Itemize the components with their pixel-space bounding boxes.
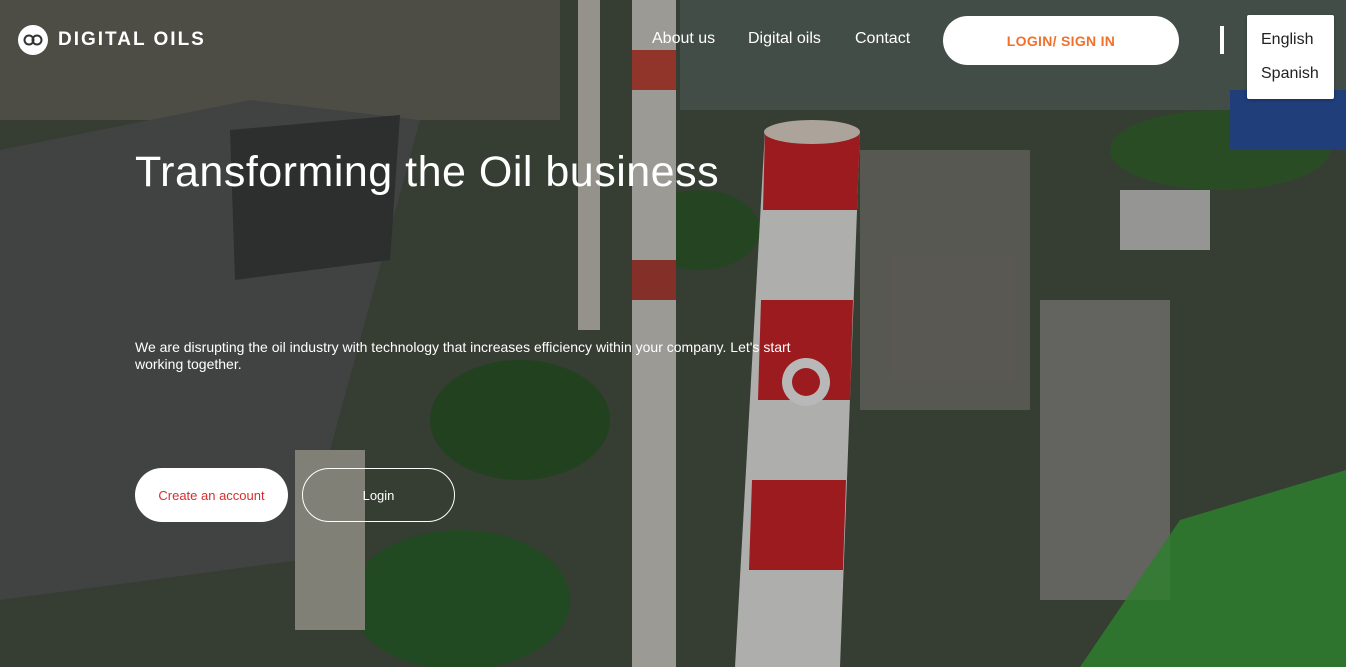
hero-background-image — [0, 0, 1346, 667]
language-option-english[interactable]: English — [1261, 31, 1313, 49]
create-account-button[interactable]: Create an account — [135, 468, 288, 522]
header-divider — [1220, 26, 1224, 54]
logo-icon — [18, 25, 48, 55]
hero-title: Transforming the Oil business — [135, 148, 720, 196]
language-option-spanish[interactable]: Spanish — [1261, 65, 1319, 83]
language-dropdown: English Spanish — [1247, 15, 1334, 99]
nav-contact[interactable]: Contact — [855, 30, 910, 48]
brand-logo[interactable]: DIGITAL OILS — [18, 24, 206, 56]
nav-about-us[interactable]: About us — [652, 30, 715, 48]
hero-description: We are disrupting the oil industry with … — [135, 339, 791, 372]
nav-digital-oils[interactable]: Digital oils — [748, 30, 821, 48]
hero-login-button[interactable]: Login — [302, 468, 455, 522]
brand-name: DIGITAL OILS — [58, 29, 206, 50]
login-sign-in-button[interactable]: LOGIN/ SIGN IN — [943, 16, 1179, 65]
